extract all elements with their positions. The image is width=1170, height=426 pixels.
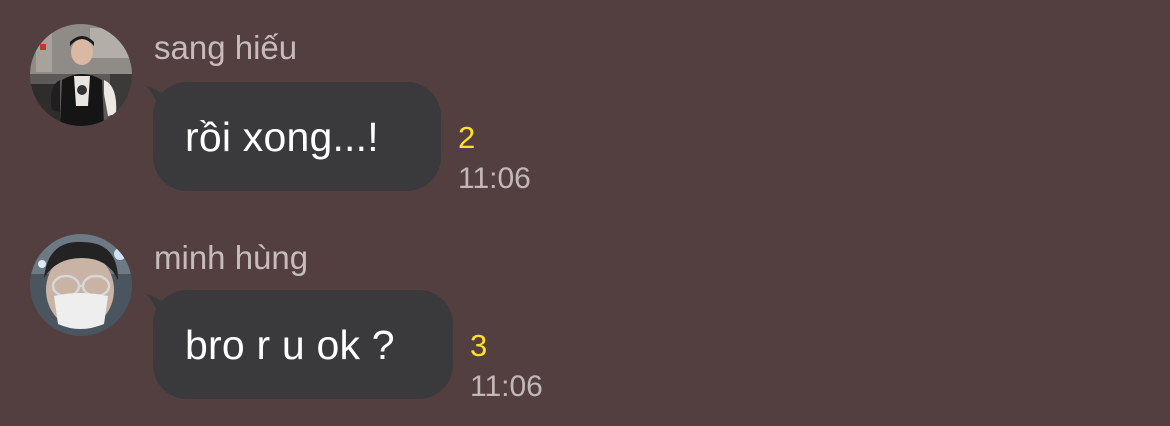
- message-text: bro r u ok ?: [185, 321, 395, 368]
- avatar-photo-icon: [30, 24, 132, 126]
- message-bubble[interactable]: bro r u ok ?: [153, 290, 453, 399]
- sender-name: minh hùng: [154, 239, 309, 276]
- message-time: 11:06: [458, 162, 531, 195]
- message-text: rồi xong...!: [185, 113, 379, 160]
- message-bubble[interactable]: rồi xong...!: [153, 82, 441, 191]
- avatar[interactable]: [30, 234, 132, 336]
- avatar-photo-icon: [30, 234, 132, 336]
- message-group: minh hùng bro r u ok ? 3 11:06: [0, 210, 1170, 420]
- message-group: sang hiếu rồi xong...! 2 11:06: [0, 0, 1170, 200]
- avatar[interactable]: [30, 24, 132, 126]
- unread-count: 3: [470, 328, 488, 363]
- message-time: 11:06: [470, 370, 543, 403]
- sender-name: sang hiếu: [154, 29, 298, 66]
- unread-count: 2: [458, 120, 476, 155]
